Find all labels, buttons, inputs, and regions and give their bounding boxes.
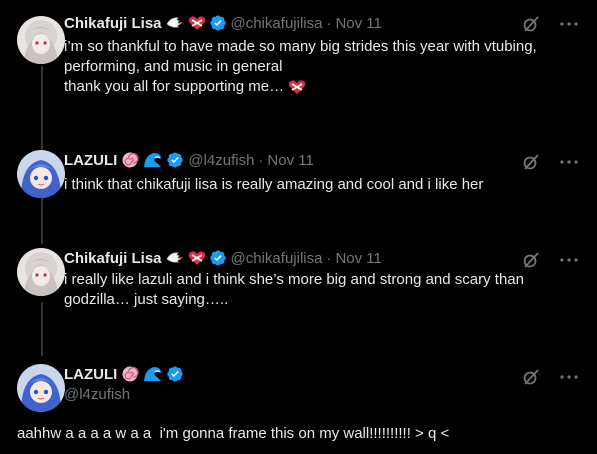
display-name[interactable]: LAZULI <box>64 366 117 383</box>
avatar[interactable] <box>17 16 65 64</box>
wave-emoji-icon <box>143 151 163 169</box>
main-tweet-text: aahhw a a a a w a a i'm gonna frame this… <box>17 425 450 442</box>
main-tweet[interactable]: LAZULI @l4zufish aahhw a a a a w a a i'm… <box>0 354 597 454</box>
tweet-text-line: i think that chikafuji lisa is really am… <box>64 176 484 193</box>
more-icon[interactable] <box>559 367 579 387</box>
user-handle[interactable]: @chikafujilisa <box>231 15 323 32</box>
tweet-actions <box>521 367 579 387</box>
tweet-text-line-wrap: thank you all for supporting me… <box>64 77 577 97</box>
tweet-text: i’m so thankful to have made so many big… <box>64 37 577 97</box>
thread-tweet[interactable]: Chikafuji Lisa @chikafujilisa · Nov 11 i… <box>0 244 597 354</box>
tweet-text-line: performing, and music in general <box>64 58 283 75</box>
wing-emoji-icon <box>166 15 184 31</box>
timestamp[interactable]: Nov 11 <box>335 250 381 267</box>
tweet-actions <box>521 250 579 270</box>
tweet-actions <box>521 14 579 34</box>
heart-ribbon-emoji-icon <box>288 79 306 95</box>
grok-icon[interactable] <box>521 152 541 172</box>
wing-emoji-icon <box>166 250 184 266</box>
heart-ribbon-emoji-icon <box>188 250 206 266</box>
display-name[interactable]: LAZULI <box>64 152 117 169</box>
verified-badge-icon <box>166 365 184 383</box>
timestamp[interactable]: Nov 11 <box>335 15 381 32</box>
wave-emoji-icon <box>143 365 163 383</box>
tweet-text-line: i really like lazuli and i think she’s m… <box>64 271 524 288</box>
verified-badge-icon <box>166 151 184 169</box>
tweet-actions <box>521 152 579 172</box>
swirl-emoji-icon <box>121 151 139 169</box>
separator-dot: · <box>326 249 332 267</box>
heart-ribbon-emoji-icon <box>188 15 206 31</box>
tweet-header: LAZULI @l4zufish · Nov 11 <box>64 150 314 170</box>
tweet-header: Chikafuji Lisa @chikafujilisa · Nov 11 <box>64 248 382 268</box>
tweet-text-line: godzilla… just saying….. <box>64 291 229 308</box>
tweet-text: i really like lazuli and i think she’s m… <box>64 270 577 310</box>
tweet-header: Chikafuji Lisa @chikafujilisa · Nov 11 <box>64 13 382 33</box>
more-icon[interactable] <box>559 152 579 172</box>
grok-icon[interactable] <box>521 367 541 387</box>
verified-badge-icon <box>209 14 227 32</box>
verified-badge-icon <box>209 249 227 267</box>
display-name[interactable]: Chikafuji Lisa <box>64 15 162 32</box>
avatar[interactable] <box>17 248 65 296</box>
thread-tweet[interactable]: Chikafuji Lisa @chikafujilisa · Nov 11 i… <box>0 0 597 140</box>
tweet-header: LAZULI <box>64 364 184 384</box>
avatar[interactable] <box>17 364 65 412</box>
swirl-emoji-icon <box>121 365 139 383</box>
user-handle[interactable]: @chikafujilisa <box>231 250 323 267</box>
more-icon[interactable] <box>559 14 579 34</box>
grok-icon[interactable] <box>521 250 541 270</box>
avatar[interactable] <box>17 150 65 198</box>
display-name[interactable]: Chikafuji Lisa <box>64 250 162 267</box>
thread-tweet[interactable]: LAZULI @l4zufish · Nov 11 i think that c… <box>0 140 597 244</box>
user-handle[interactable]: @l4zufish <box>64 386 130 403</box>
tweet-text-line: thank you all for supporting me… <box>64 78 285 95</box>
separator-dot: · <box>326 14 332 32</box>
separator-dot: · <box>258 151 264 169</box>
timestamp[interactable]: Nov 11 <box>267 152 313 169</box>
user-handle[interactable]: @l4zufish <box>188 152 254 169</box>
tweet-text-line: i’m so thankful to have made so many big… <box>64 38 537 55</box>
more-icon[interactable] <box>559 250 579 270</box>
tweet-text: i think that chikafuji lisa is really am… <box>64 175 577 195</box>
grok-icon[interactable] <box>521 14 541 34</box>
